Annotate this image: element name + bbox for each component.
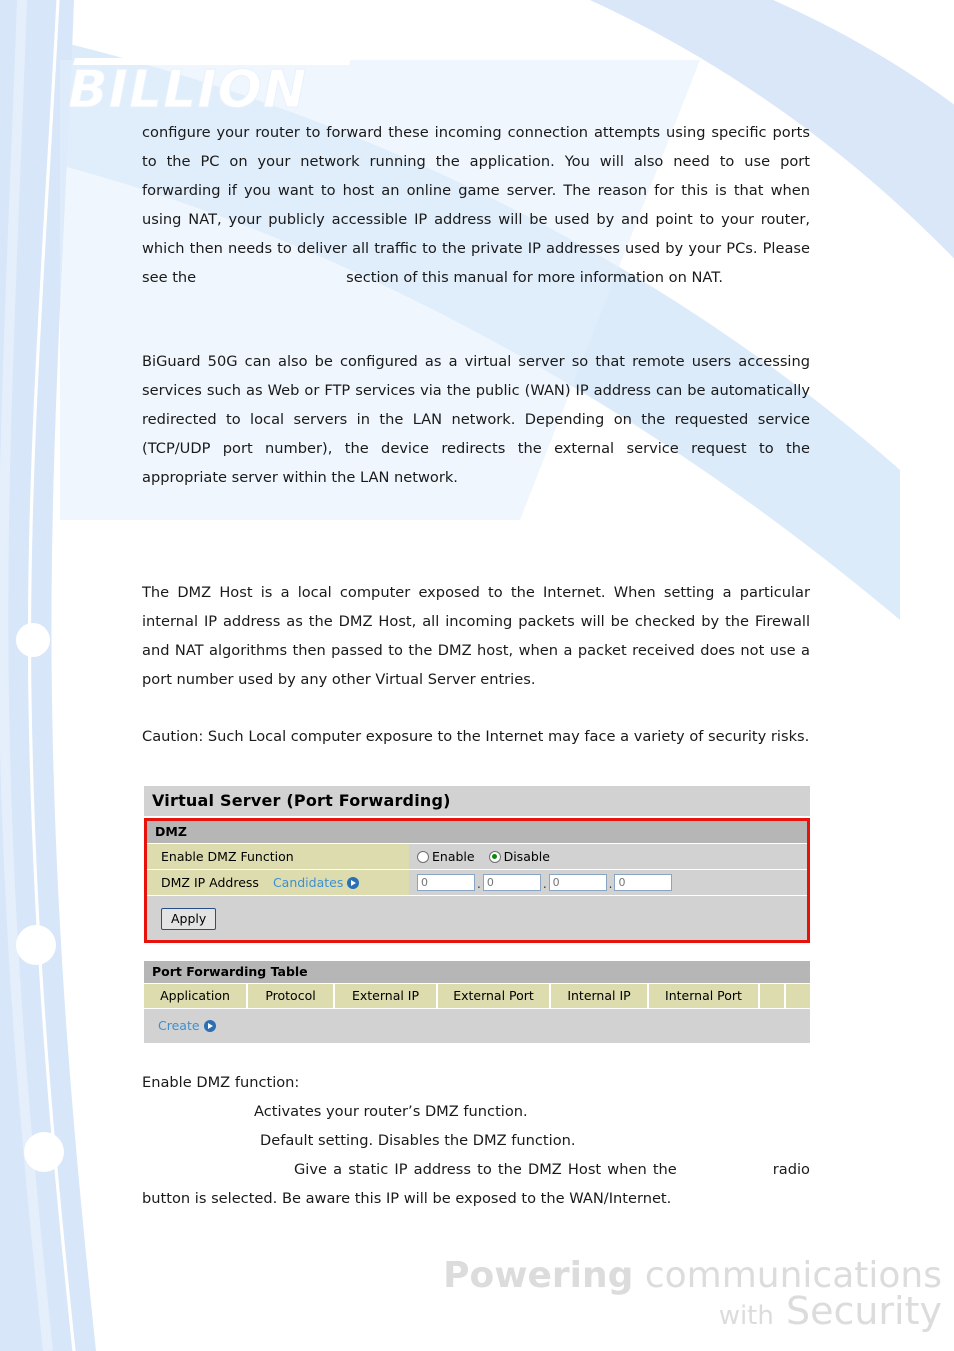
row-create: Create (144, 1008, 810, 1043)
desc-ip-address: Give a static IP address to the DMZ Host… (142, 1155, 810, 1213)
port-forwarding-table: Port Forwarding Table Application Protoc… (144, 961, 810, 1043)
radio-group-dmz-enable: Enable Disable (417, 849, 564, 864)
router-ui-screenshot: Virtual Server (Port Forwarding) DMZ Ena… (144, 786, 810, 1043)
desc-enable: Activates your router’s DMZ function. (254, 1103, 528, 1120)
footer-tagline: Powering communications with Security (443, 1258, 942, 1331)
billion-logo: BILLION (67, 56, 358, 120)
row-apply: Apply (147, 895, 807, 940)
create-link-text: Create (158, 1018, 200, 1033)
paragraph-caution: Caution: Such Local computer exposure to… (142, 722, 810, 751)
paragraph-dmz-host-text: The DMZ Host is a local computer exposed… (142, 584, 810, 688)
radio-disable-icon[interactable] (488, 850, 501, 863)
footer-with: with (718, 1301, 774, 1332)
column-header-delete (786, 984, 810, 1008)
footer-tagline-line2: with Security (443, 1292, 942, 1332)
paragraph-intro-text: configure your router to forward these i… (142, 124, 810, 286)
column-header-external-ip: External IP (335, 984, 438, 1008)
column-header-protocol: Protocol (248, 984, 335, 1008)
dmz-annotated-region: DMZ Enable DMZ Function Enable Disable D… (144, 818, 810, 943)
footer-powering: Powering (443, 1255, 634, 1296)
ip-separator-1: . (477, 877, 481, 891)
value-enable-dmz-function: Enable Disable (409, 844, 807, 869)
radio-option-disable[interactable]: Disable (488, 849, 550, 864)
panel-spacer (144, 943, 810, 961)
radio-disable-label: Disable (503, 849, 550, 864)
footer-security: Security (785, 1289, 942, 1334)
column-header-edit (760, 984, 786, 1008)
ip-separator-3: . (608, 877, 613, 891)
candidates-link[interactable]: Candidates (272, 875, 360, 890)
dmz-section-header: DMZ (147, 821, 807, 843)
footer-tagline-line1: Powering communications (443, 1255, 942, 1296)
create-link[interactable]: Create (158, 1018, 216, 1033)
radio-enable-label: Enable (432, 849, 475, 864)
row-enable-dmz-function: Enable DMZ Function Enable Disable (147, 843, 807, 869)
label-dmz-ip-address-text: DMZ IP Address (161, 875, 259, 890)
candidates-link-text: Candidates (272, 875, 344, 890)
logo-wordmark: BILLION (67, 60, 308, 120)
page-content: BILLION configure your router to forward… (0, 0, 954, 1351)
paragraph-intro-continued: section of this manual for more informat… (346, 269, 724, 286)
column-header-external-port: External Port (438, 984, 551, 1008)
ui-page-title: Virtual Server (Port Forwarding) (144, 786, 810, 818)
desc-heading: Enable DMZ function: (142, 1074, 300, 1091)
desc-ip-address-part1: Give a static IP address to the DMZ Host… (294, 1161, 677, 1178)
dmz-ip-octet-3[interactable] (548, 874, 607, 891)
paragraph-biguard-text: BiGuard 50G can also be configured as a … (142, 353, 810, 486)
dmz-ip-octet-1[interactable] (417, 874, 475, 891)
forwarding-section-header: Port Forwarding Table (144, 961, 810, 983)
ip-separator-2: . (542, 877, 547, 891)
arrow-right-icon (203, 1020, 216, 1032)
desc-disable: Default setting. Disables the DMZ functi… (260, 1132, 576, 1149)
column-header-internal-port: Internal Port (649, 984, 760, 1008)
dmz-ip-octet-4[interactable] (614, 874, 673, 891)
ip-address-input-group: . . . (417, 874, 673, 891)
paragraph-dmz-host: The DMZ Host is a local computer exposed… (142, 578, 810, 694)
radio-enable-icon[interactable] (417, 850, 429, 863)
paragraph-biguard: BiGuard 50G can also be configured as a … (142, 347, 810, 492)
column-header-application: Application (144, 984, 248, 1008)
apply-button[interactable]: Apply (161, 908, 217, 930)
table-header-row: Application Protocol External IP Externa… (144, 983, 810, 1008)
paragraph-intro: configure your router to forward these i… (142, 118, 810, 292)
value-dmz-ip-address: . . . (409, 870, 807, 895)
arrow-right-icon (347, 877, 360, 889)
column-header-internal-ip: Internal IP (551, 984, 649, 1008)
label-dmz-ip-address: DMZ IP Address Candidates (147, 870, 409, 895)
label-enable-dmz-function: Enable DMZ Function (147, 844, 409, 869)
dmz-field-descriptions: Enable DMZ function: Activates your rout… (142, 1068, 810, 1213)
paragraph-caution-text: Caution: Such Local computer exposure to… (142, 728, 810, 745)
dmz-ip-octet-2[interactable] (482, 874, 541, 891)
radio-option-enable[interactable]: Enable (417, 849, 475, 864)
row-dmz-ip-address: DMZ IP Address Candidates . . . (147, 869, 807, 895)
